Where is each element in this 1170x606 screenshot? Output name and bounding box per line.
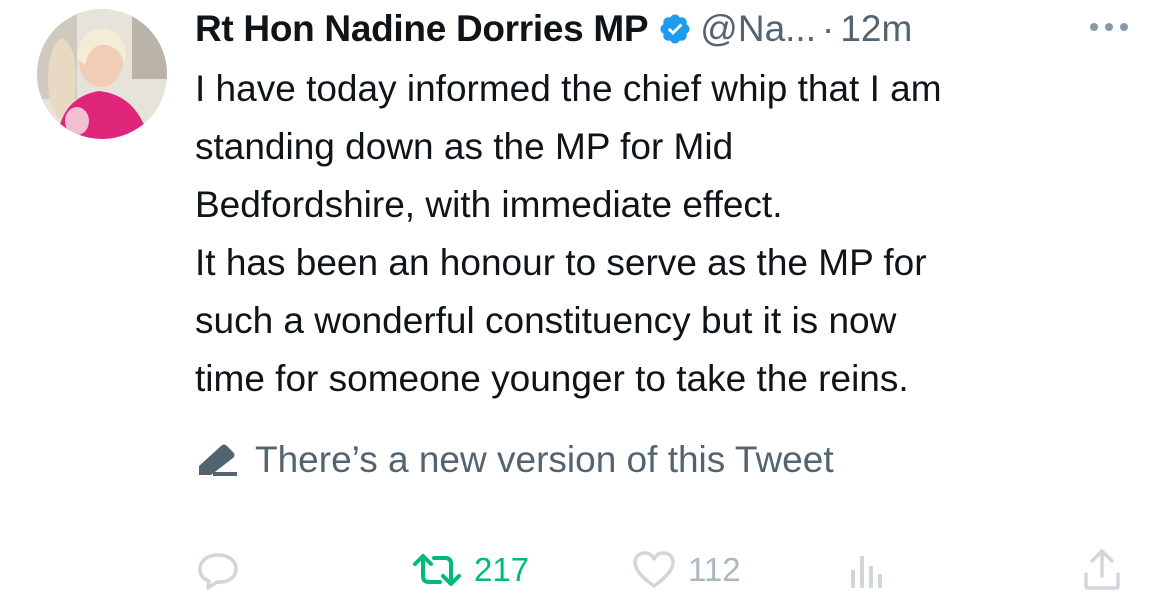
pencil-edit-icon: [199, 444, 237, 476]
views-button[interactable]: [846, 545, 886, 595]
like-count: 112: [688, 551, 741, 588]
retweet-icon: [413, 554, 461, 586]
reply-icon: [198, 553, 238, 590]
display-name[interactable]: Rt Hon Nadine Dorries MP: [195, 8, 649, 50]
like-button[interactable]: 112: [632, 545, 741, 595]
tweet-text-line: standing down as the MP for Mid: [195, 126, 734, 167]
tweet-text-line: I have today informed the chief whip tha…: [195, 68, 942, 109]
tweet-text-line: Bedfordshire, with immediate effect.: [195, 184, 783, 225]
new-version-notice[interactable]: There’s a new version of this Tweet: [197, 432, 834, 488]
handle[interactable]: @Na...: [700, 8, 816, 50]
separator-dot: ·: [822, 8, 835, 49]
tweet-text-line: It has been an honour to serve as the MP…: [195, 242, 927, 283]
more-options-icon[interactable]: [1086, 12, 1132, 42]
tweet-text-line: such a wonderful constituency but it is …: [195, 300, 897, 341]
share-button[interactable]: [1080, 545, 1124, 595]
avatar[interactable]: [37, 9, 167, 139]
new-version-link[interactable]: There’s a new version of this Tweet: [255, 439, 834, 481]
views-icon: [851, 556, 882, 588]
retweet-button[interactable]: 217: [412, 545, 529, 595]
timestamp[interactable]: 12m: [840, 8, 912, 50]
tweet-text: I have today informed the chief whip tha…: [195, 60, 1145, 408]
tweet-card[interactable]: Rt Hon Nadine Dorries MP @Na... · 12m I …: [0, 0, 1170, 606]
tweet-header: Rt Hon Nadine Dorries MP @Na... · 12m: [195, 4, 912, 54]
retweet-count: 217: [474, 551, 530, 588]
tweet-text-line: time for someone younger to take the rei…: [195, 358, 909, 399]
verified-badge-icon: [660, 14, 690, 44]
avatar-image: [37, 9, 167, 139]
reply-button[interactable]: [196, 545, 240, 595]
heart-icon: [633, 551, 675, 588]
share-icon: [1084, 549, 1120, 590]
